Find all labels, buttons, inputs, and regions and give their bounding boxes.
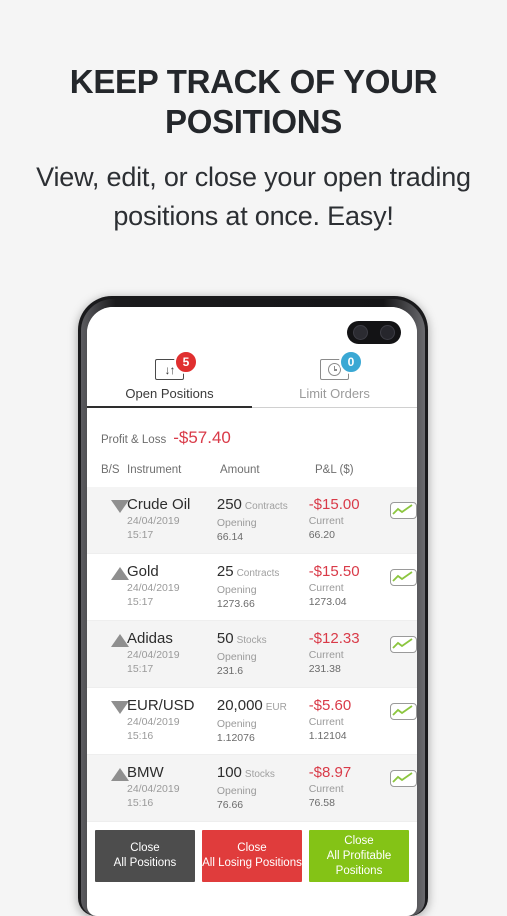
- arrows-glyph: ↓↑: [164, 362, 176, 377]
- limit-orders-badge: 0: [339, 350, 363, 374]
- position-date: 24/04/2019: [127, 515, 180, 527]
- current-price: 1273.04: [308, 596, 347, 608]
- phone-screen: ↓↑ 5 Open Positions 0 Limit Orders Profi…: [87, 307, 417, 916]
- opening-label: Opening: [216, 517, 257, 529]
- position-amount: 50 Stocks: [216, 630, 267, 647]
- current-price: 1.12104: [308, 730, 347, 742]
- close-positions-button-red[interactable]: Close All Losing Positions: [202, 830, 302, 882]
- camera-cutout: [347, 321, 401, 344]
- tab-inactive-indicator: [252, 407, 417, 408]
- instrument-name: Crude Oil: [127, 496, 191, 513]
- opening-price: 1273.66: [216, 598, 255, 610]
- position-pl: -$15.50: [308, 563, 360, 580]
- position-direction: [87, 630, 129, 647]
- opening-label: Opening: [216, 785, 257, 797]
- current-label: Current: [308, 582, 344, 594]
- position-pl: -$8.97: [308, 764, 352, 781]
- chart-icon[interactable]: [390, 703, 417, 720]
- limit-orders-icon-wrap: 0: [320, 350, 363, 381]
- column-header-pl: P&L ($): [315, 464, 354, 476]
- position-direction: [87, 496, 129, 513]
- table-row[interactable]: Adidas 24/04/2019 15:17 50 Stocks Opening 231.…: [87, 621, 417, 688]
- position-pl: -$12.33: [308, 630, 360, 647]
- position-time: 15:17: [127, 529, 154, 541]
- opening-price: 1.12076: [216, 732, 255, 744]
- opening-price: 66.14: [216, 531, 244, 543]
- opening-price: 231.6: [216, 665, 244, 677]
- current-label: Current: [308, 515, 344, 527]
- profit-loss-value: -$57.40: [173, 428, 231, 447]
- chart-icon[interactable]: [390, 569, 417, 586]
- position-date: 24/04/2019: [127, 783, 180, 795]
- chart-icon[interactable]: [390, 502, 417, 519]
- close-positions-button-green[interactable]: Close All Profitable Positions: [309, 830, 409, 882]
- column-header-action: [395, 464, 417, 476]
- position-amount: 20,000 EUR: [216, 697, 287, 714]
- table-row[interactable]: BMW 24/04/2019 15:16 100 Stocks Opening 76.66 -…: [87, 755, 417, 822]
- positions-list: Crude Oil 24/04/2019 15:17 250 Contracts Open…: [87, 487, 417, 822]
- button-label: Close All Positions: [113, 842, 177, 869]
- position-direction: [87, 563, 129, 580]
- camera-lens-secondary-icon: [380, 325, 395, 340]
- profit-loss-summary: Profit & Loss -$57.40: [87, 408, 417, 454]
- promo-block: KEEP TRACK OF YOUR POSITIONS View, edit,…: [0, 0, 507, 236]
- tab-limit-orders[interactable]: 0 Limit Orders: [252, 350, 417, 408]
- current-label: Current: [308, 716, 344, 728]
- button-label: Close All Profitable Positions: [326, 834, 392, 877]
- table-header: B/S Instrument Amount P&L ($): [87, 454, 417, 487]
- button-label: Close All Losing Positions: [202, 842, 302, 869]
- page-subtitle: View, edit, or close your open trading p…: [36, 162, 471, 231]
- opening-price: 76.66: [216, 799, 244, 811]
- instrument-name: Adidas: [127, 630, 173, 647]
- position-date: 24/04/2019: [127, 582, 180, 594]
- position-pl: -$5.60: [308, 697, 352, 714]
- position-direction: [87, 764, 129, 781]
- current-price: 231.38: [308, 663, 341, 675]
- column-header-instrument: Instrument: [127, 464, 182, 476]
- opening-label: Opening: [216, 718, 257, 730]
- close-positions-button-grey[interactable]: Close All Positions: [95, 830, 195, 882]
- position-time: 15:16: [127, 797, 154, 809]
- opening-label: Opening: [216, 651, 257, 663]
- current-price: 66.20: [308, 529, 335, 541]
- camera-lens-icon: [353, 325, 368, 340]
- tab-active-indicator: [87, 405, 252, 408]
- chart-icon[interactable]: [390, 770, 417, 787]
- position-time: 15:16: [127, 730, 154, 742]
- table-row[interactable]: Gold 24/04/2019 15:17 25 Contracts Opening 127…: [87, 554, 417, 621]
- bulk-action-bar: Close All Positions Close All Losing Positi…: [87, 822, 417, 882]
- position-amount: 250 Contracts: [216, 496, 288, 513]
- opening-label: Opening: [216, 584, 257, 596]
- instrument-name: Gold: [127, 563, 159, 580]
- position-time: 15:17: [127, 663, 154, 675]
- table-row[interactable]: EUR/USD 24/04/2019 15:16 20,000 EUR Opening 1.…: [87, 688, 417, 755]
- open-positions-badge: 5: [174, 350, 198, 374]
- tab-limit-orders-label: Limit Orders: [299, 386, 370, 401]
- position-amount: 25 Contracts: [216, 563, 280, 580]
- table-row[interactable]: Crude Oil 24/04/2019 15:17 250 Contracts Open…: [87, 487, 417, 554]
- column-header-amount: Amount: [220, 464, 260, 476]
- page-title: KEEP TRACK OF YOUR POSITIONS: [69, 63, 438, 140]
- position-pl: -$15.00: [308, 496, 360, 513]
- position-date: 24/04/2019: [127, 716, 180, 728]
- instrument-name: BMW: [127, 764, 164, 781]
- profit-loss-label: Profit & Loss: [101, 434, 167, 446]
- position-time: 15:17: [127, 596, 154, 608]
- open-positions-icon-wrap: ↓↑ 5: [155, 350, 198, 381]
- position-direction: [87, 697, 129, 714]
- chart-icon[interactable]: [390, 636, 417, 653]
- phone-mockup: ↓↑ 5 Open Positions 0 Limit Orders Profi…: [78, 296, 428, 916]
- current-label: Current: [308, 649, 344, 661]
- position-amount: 100 Stocks: [216, 764, 275, 781]
- position-date: 24/04/2019: [127, 649, 180, 661]
- instrument-name: EUR/USD: [127, 697, 195, 714]
- tab-open-positions-label: Open Positions: [125, 386, 214, 401]
- current-price: 76.58: [308, 797, 335, 809]
- current-label: Current: [308, 783, 344, 795]
- column-header-bs: B/S: [101, 464, 120, 476]
- tab-open-positions[interactable]: ↓↑ 5 Open Positions: [87, 350, 252, 408]
